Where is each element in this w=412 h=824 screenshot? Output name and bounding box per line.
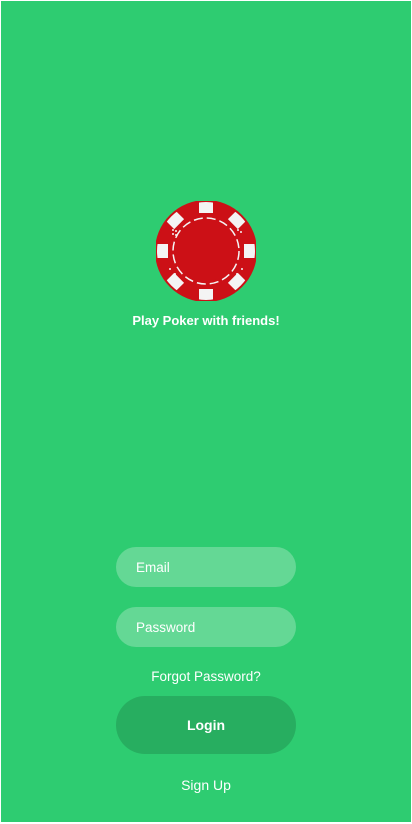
forgot-password-link[interactable]: Forgot Password? bbox=[1, 669, 411, 684]
poker-chip-icon bbox=[155, 200, 257, 302]
sign-up-link[interactable]: Sign Up bbox=[1, 777, 411, 793]
password-field[interactable] bbox=[116, 607, 296, 647]
login-screen: Play Poker with friends! Forgot Password… bbox=[1, 1, 411, 822]
tagline: Play Poker with friends! bbox=[132, 313, 280, 328]
login-button[interactable]: Login bbox=[116, 696, 296, 754]
email-field[interactable] bbox=[116, 547, 296, 587]
